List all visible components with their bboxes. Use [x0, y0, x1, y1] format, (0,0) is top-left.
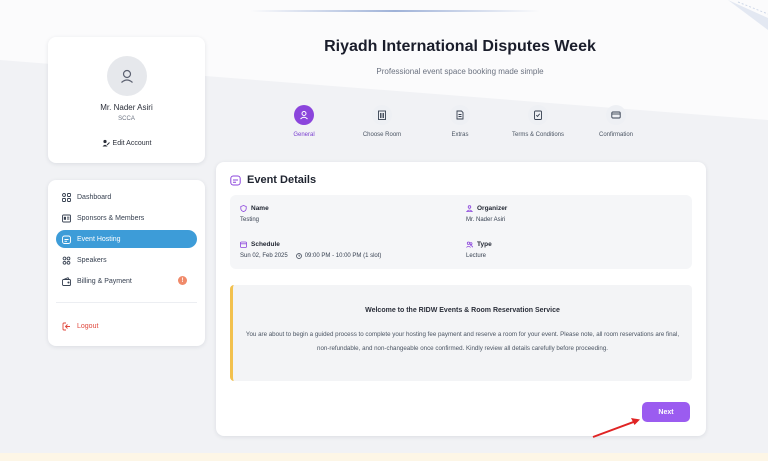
- step-circle: [606, 105, 626, 125]
- sidebar-item-label: Dashboard: [77, 193, 112, 201]
- user-avatar-icon: [120, 69, 133, 83]
- billing-alert-badge: !: [178, 276, 187, 285]
- name-value: Testing: [240, 217, 260, 223]
- field-type: Type Lecture: [466, 241, 492, 259]
- sidebar-item-label: Speakers: [77, 256, 107, 264]
- logout-label: Logout: [77, 322, 99, 330]
- type-value: Lecture: [466, 253, 487, 259]
- step-label: Terms & Conditions: [511, 132, 565, 138]
- users-icon: [62, 256, 71, 265]
- sidebar-nav: Dashboard Sponsors & Members Event Hosti…: [48, 180, 205, 346]
- organizer-value: Mr. Nader Asiri: [466, 217, 506, 223]
- organizer-icon: [466, 205, 473, 212]
- next-button[interactable]: Next: [642, 402, 690, 422]
- sidebar-item-sponsors[interactable]: Sponsors & Members: [56, 209, 197, 227]
- section-header: Event Details: [230, 174, 316, 186]
- grid-icon: [62, 192, 71, 202]
- sidebar-item-billing[interactable]: Billing & Payment !: [56, 272, 197, 290]
- calendar-icon: [230, 175, 241, 185]
- section-title: Event Details: [247, 174, 317, 186]
- schedule-date: Sun 02, Feb 2025: [240, 253, 288, 259]
- step-label: Extras: [451, 132, 469, 138]
- step-confirmation[interactable]: Confirmation: [571, 105, 661, 138]
- calendar-icon: [62, 235, 71, 244]
- name-label: Name: [251, 205, 269, 212]
- welcome-body: You are about to begin a guided process …: [245, 331, 680, 352]
- step-label: Confirmation: [598, 132, 633, 138]
- field-organizer: Organizer Mr. Nader Asiri: [466, 205, 507, 223]
- logout-icon: [62, 322, 70, 330]
- step-general[interactable]: General: [259, 105, 349, 138]
- sidebar-item-dashboard[interactable]: Dashboard: [56, 188, 197, 206]
- step-circle: [372, 105, 392, 125]
- sidebar-item-label: Sponsors & Members: [77, 214, 145, 222]
- avatar: [106, 56, 147, 96]
- id-card-icon: [62, 214, 71, 222]
- step-terms-conditions[interactable]: Terms & Conditions: [493, 105, 583, 138]
- step-circle: [528, 105, 548, 125]
- checklist-icon: [534, 110, 542, 120]
- page-subtitle: Professional event space booking made si…: [376, 67, 544, 76]
- type-label: Type: [477, 241, 492, 248]
- schedule-time: 09:00 PM - 10:00 PM (1 slot): [304, 253, 382, 259]
- welcome-notice: Welcome to the RIDW Events & Room Reserv…: [230, 285, 692, 381]
- sidebar-item-label: Event Hosting: [77, 235, 121, 243]
- profile-name: Mr. Nader Asiri: [100, 103, 153, 112]
- event-details-box: Name Testing Organizer Mr. Nader Asiri S…: [230, 195, 692, 269]
- users-icon: [466, 241, 473, 248]
- sidebar-item-event-hosting[interactable]: Event Hosting: [56, 230, 197, 248]
- sidebar-divider: [56, 302, 197, 303]
- page-title: Riyadh International Disputes Week: [324, 38, 596, 55]
- user-edit-icon: [102, 139, 110, 147]
- step-extras[interactable]: Extras: [415, 105, 505, 138]
- wallet-icon: [62, 276, 71, 286]
- step-label: General: [293, 132, 315, 138]
- field-name: Name Testing: [240, 205, 269, 223]
- step-circle: [450, 105, 470, 125]
- footer-strip: [0, 453, 768, 461]
- calendar-icon: [240, 241, 247, 248]
- user-icon: [300, 111, 308, 120]
- step-label: Choose Room: [362, 132, 402, 138]
- shield-icon: [240, 205, 247, 212]
- field-schedule: Schedule Sun 02, Feb 2025 09:00 PM - 10:…: [240, 241, 381, 259]
- event-details-card: Event Details Name Testing Organizer Mr.…: [216, 162, 706, 436]
- schedule-label: Schedule: [251, 241, 280, 248]
- schedule-time-group: 09:00 PM - 10:00 PM (1 slot): [295, 253, 382, 259]
- logout-button[interactable]: Logout: [56, 317, 197, 335]
- document-icon: [456, 110, 464, 120]
- step-circle: [294, 105, 314, 125]
- sidebar-item-label: Billing & Payment: [77, 277, 132, 285]
- clock-icon: [295, 253, 302, 259]
- card-icon: [611, 111, 621, 119]
- header-accent-line: [250, 10, 540, 12]
- step-choose-room[interactable]: Choose Room: [337, 105, 427, 138]
- edit-account-label: Edit Account: [112, 139, 152, 147]
- edit-account-button[interactable]: Edit Account: [102, 139, 152, 147]
- sidebar-item-speakers[interactable]: Speakers: [56, 251, 197, 269]
- corner-decoration: [728, 0, 768, 30]
- profile-organization: SCCA: [118, 116, 135, 122]
- organizer-label: Organizer: [477, 205, 508, 212]
- welcome-title: Welcome to the RIDW Events & Room Reserv…: [365, 307, 560, 314]
- annotation-arrow: [592, 418, 640, 438]
- profile-card: Mr. Nader Asiri SCCA Edit Account: [48, 37, 205, 163]
- building-icon: [378, 110, 386, 120]
